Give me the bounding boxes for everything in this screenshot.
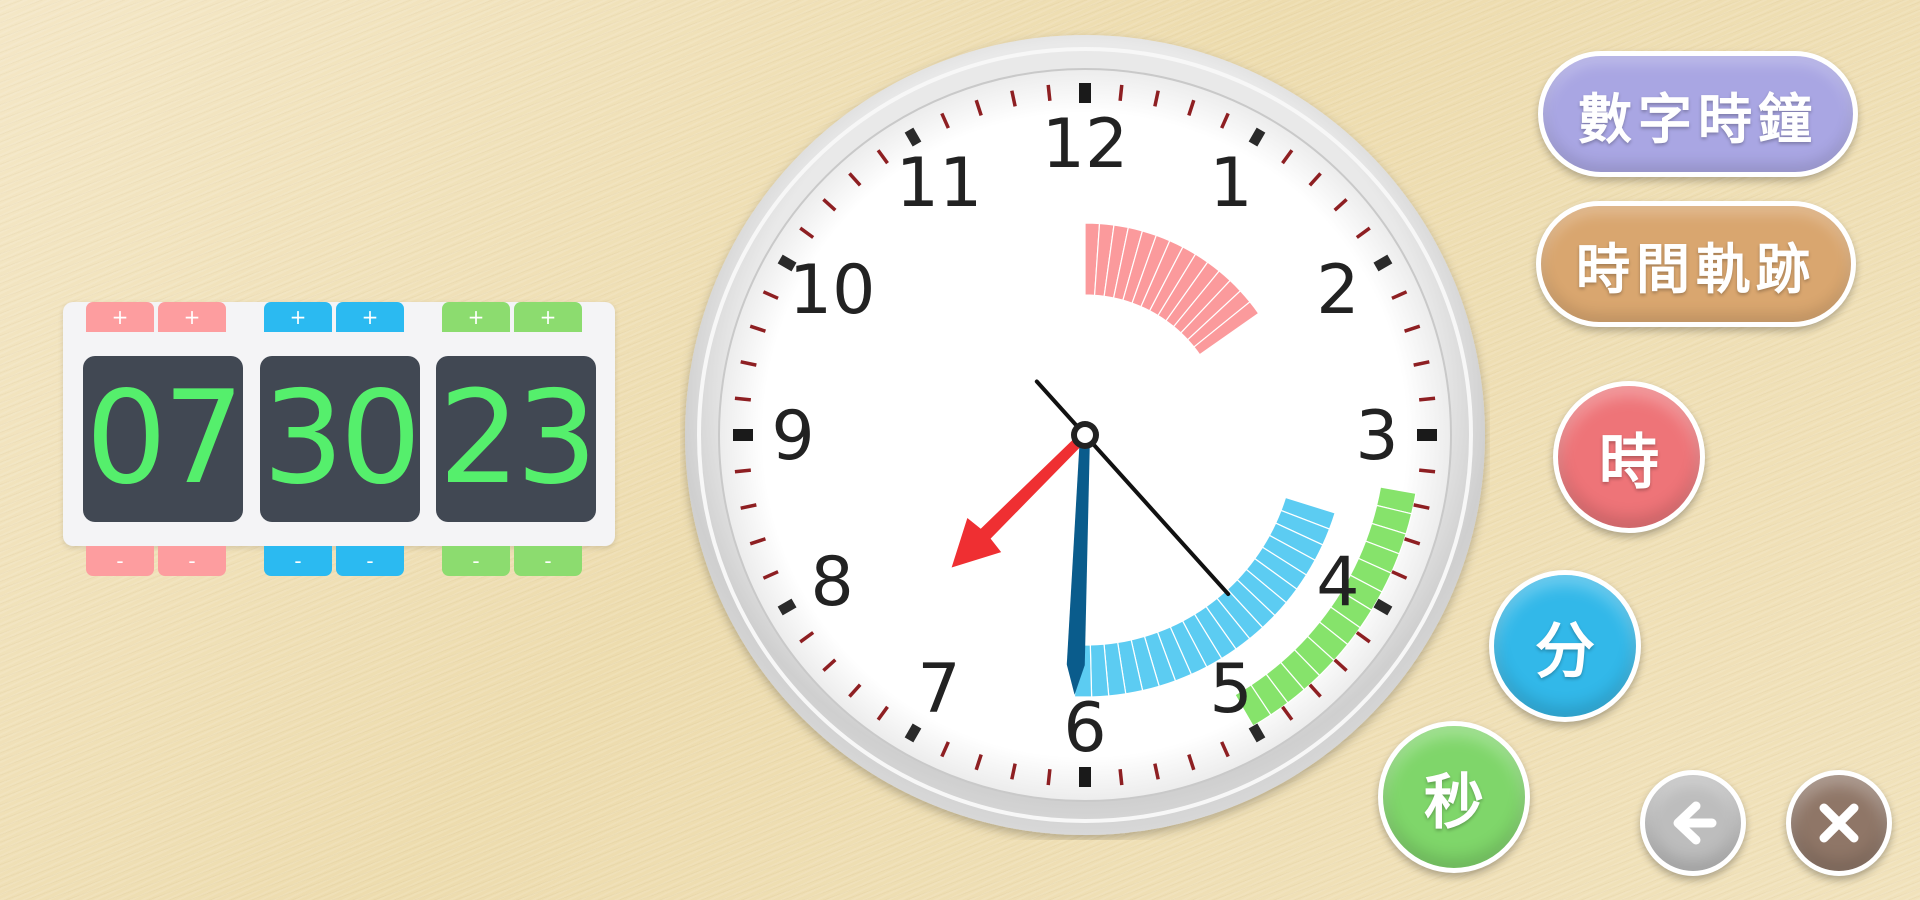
- minute-digits: 30: [262, 364, 422, 513]
- hour-tick: [1373, 254, 1393, 272]
- close-button[interactable]: [1786, 770, 1892, 876]
- hour-tick: [904, 127, 922, 147]
- minute-display: 30: [260, 356, 422, 522]
- hour-display: 07: [83, 356, 245, 522]
- hour-tens-minus-button[interactable]: -: [86, 546, 154, 576]
- clock-number: 4: [1316, 543, 1359, 622]
- second-tens-plus-button[interactable]: +: [442, 302, 510, 332]
- minute-tens-minus-button[interactable]: -: [264, 546, 332, 576]
- minute-tick: [1118, 768, 1124, 786]
- second-ones-plus-button[interactable]: +: [514, 302, 582, 332]
- clock-number: 8: [810, 543, 853, 622]
- minute-tens-plus-button[interactable]: +: [264, 302, 332, 332]
- hour-button[interactable]: 時: [1553, 381, 1705, 533]
- minute-button[interactable]: 分: [1489, 570, 1641, 722]
- hour-tick: [777, 598, 797, 616]
- hour-tick: [1248, 723, 1266, 743]
- second-display: 23: [436, 356, 598, 522]
- minute-tick: [1418, 396, 1436, 402]
- minute-tick: [1418, 468, 1436, 474]
- arrow-left-icon: [1673, 801, 1717, 845]
- time-trail-button[interactable]: 時間軌跡: [1536, 201, 1856, 327]
- clock-number: 2: [1316, 251, 1359, 330]
- minute-tick: [734, 468, 752, 474]
- hour-tick: [1373, 598, 1393, 616]
- clock-number: 9: [771, 397, 814, 476]
- center-cap-inner: [1077, 427, 1093, 443]
- minute-ones-minus-button[interactable]: -: [336, 546, 404, 576]
- hour-tick: [1248, 127, 1266, 147]
- clock-number: 12: [1042, 105, 1129, 184]
- hour-digits: 07: [85, 364, 245, 513]
- clock-number: 1: [1209, 144, 1252, 223]
- minute-tick: [1046, 84, 1052, 102]
- minute-ones-plus-button[interactable]: +: [336, 302, 404, 332]
- second-button[interactable]: 秒: [1378, 721, 1530, 873]
- digital-clock-button[interactable]: 數字時鐘: [1538, 51, 1858, 177]
- back-button[interactable]: [1640, 770, 1746, 876]
- clock-number: 10: [789, 251, 876, 330]
- hour-ones-plus-button[interactable]: +: [158, 302, 226, 332]
- close-icon: [1819, 803, 1859, 843]
- clock-number: 6: [1063, 689, 1106, 768]
- hour-tens-plus-button[interactable]: +: [86, 302, 154, 332]
- hour-tick: [904, 723, 922, 743]
- second-digits: 23: [438, 364, 598, 513]
- minute-tick: [1118, 84, 1124, 102]
- hour-ones-minus-button[interactable]: -: [158, 546, 226, 576]
- clock-number: 5: [1209, 650, 1252, 729]
- clock-number: 3: [1355, 397, 1398, 476]
- second-ones-minus-button[interactable]: -: [514, 546, 582, 576]
- analog-clock: 12 12 3 45 6 78 9 10 11: [685, 35, 1485, 835]
- clock-number: 7: [917, 650, 960, 729]
- minute-tick: [734, 396, 752, 402]
- minute-tick: [1046, 768, 1052, 786]
- clock-number: 11: [896, 144, 983, 223]
- second-tens-minus-button[interactable]: -: [442, 546, 510, 576]
